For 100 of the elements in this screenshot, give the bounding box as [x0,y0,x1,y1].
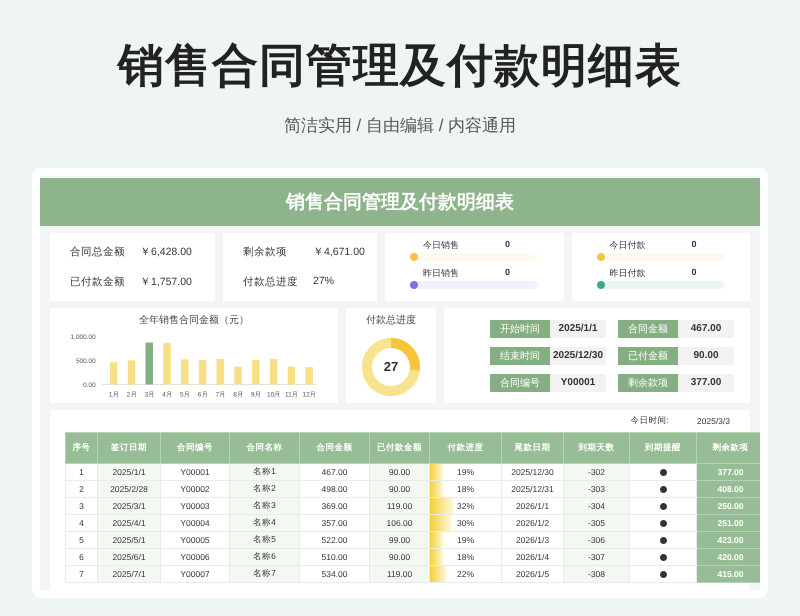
table-cell: 名称5 [230,532,300,548]
table-cell: 2025/6/1 [98,548,160,566]
table-cell: 名称2 [230,480,300,498]
table-cell: 名称3 [230,498,300,514]
field-label: 结束时间 [490,346,550,364]
table-cell: 415.00 [696,566,760,582]
table-cell: 名称6 [230,548,300,566]
column-header: 剩余款项 [696,432,760,464]
column-header: 合同名称 [230,432,300,464]
table-cell: 2026/1/1 [502,498,564,514]
table-cell: 名称4 [230,514,300,532]
chart-bar [128,360,136,384]
sheet-title: 销售合同管理及付款明细表 [40,178,760,226]
table-cell: 2025/5/1 [98,532,160,548]
summary-label: 付款总进度 [243,275,299,289]
table-cell: 名称1 [230,464,300,480]
column-header: 到期天数 [564,432,630,464]
column-header: 尾款日期 [502,432,564,464]
column-header: 序号 [66,432,98,464]
chart-bar [181,359,189,384]
table-cell: -302 [564,464,630,480]
table-cell: 119.00 [370,566,430,582]
table-cell: Y00007 [160,566,230,582]
daily-label: 今日销售 [423,239,460,251]
table-cell: -305 [564,514,630,532]
chart-bar [216,358,224,384]
field-value: 90.00 [678,346,734,364]
chart-bar [270,358,278,384]
daily-label: 昨日付款 [610,267,646,279]
table-cell: 106.00 [370,514,430,532]
table-cell: Y00002 [160,480,230,498]
table-cell: -306 [564,532,630,548]
table-cell: 2026/1/3 [502,532,564,548]
table-cell: 2025/7/1 [98,566,160,582]
chart-bar [234,366,242,384]
column-header: 签订日期 [98,432,160,464]
daily-label: 今日付款 [610,239,646,251]
summary-value: 27% [313,275,334,289]
table-cell: 498.00 [300,480,370,498]
field-value: 2025/12/30 [550,346,606,364]
summary-value: ￥4,671.00 [313,245,365,259]
table-cell: 369.00 [300,498,370,514]
table-cell: Y00001 [160,464,230,480]
column-header: 到期提醒 [630,432,696,464]
table-cell: -303 [564,480,630,498]
chart-title: 全年销售合同金额（元） [139,314,249,327]
table-cell: 90.00 [370,480,430,498]
page-title: 销售合同管理及付款明细表 [118,38,682,92]
chart-bar [252,360,260,384]
table-cell: -307 [564,548,630,566]
table-cell: 2025/12/31 [502,480,564,498]
table-cell: -308 [564,566,630,582]
field-value: 2025/1/1 [550,320,606,338]
table-cell: 2026/1/2 [502,514,564,532]
table-cell: 2026/1/4 [502,548,564,566]
table-cell: 2025/1/1 [98,464,160,480]
summary-label: 剩余款项 [243,245,288,259]
daily-label: 昨日销售 [423,267,460,279]
subtitle: 简洁实用 / 自由编辑 / 内容通用 [284,115,516,137]
column-header: 已付款金额 [370,432,430,464]
table-cell: 408.00 [696,480,760,498]
chart-bar [110,362,118,384]
table-cell: 377.00 [696,464,760,480]
table-cell: 90.00 [370,464,430,480]
summary-label: 合同总金额 [70,245,126,259]
today-value: 2025/3/3 [696,416,730,426]
table-cell: 510.00 [300,548,370,566]
table-cell: 2025/3/1 [98,498,160,514]
daily-value: 0 [505,267,510,279]
chart-bar [305,367,313,384]
column-header: 合同编号 [160,432,230,464]
donut-value: 27 [384,360,398,374]
donut-title: 付款总进度 [366,314,416,327]
table-cell: 423.00 [696,532,760,548]
field-value: Y00001 [550,374,606,392]
table-cell: 名称7 [230,566,300,582]
field-value: 377.00 [678,374,734,392]
chart-bar [288,366,296,384]
table-cell: 534.00 [300,566,370,582]
daily-value: 0 [692,267,697,279]
field-label: 开始时间 [490,320,550,338]
table-cell: Y00004 [160,514,230,532]
table-cell: -304 [564,498,630,514]
table-cell: 99.00 [370,532,430,548]
table-cell: 250.00 [696,498,760,514]
table-cell: Y00003 [160,498,230,514]
table-cell: 2025/12/30 [502,464,564,480]
summary-label: 已付款金额 [70,275,126,289]
daily-value: 0 [692,239,697,251]
table-cell: 119.00 [370,498,430,514]
table-cell: 2025/4/1 [98,514,160,532]
table-cell: 2026/1/5 [502,566,564,582]
today-label: 今日时间: [630,415,669,427]
table-cell: Y00006 [160,548,230,566]
table-cell: 2025/2/28 [98,480,160,498]
table-cell: 357.00 [300,514,370,532]
field-label: 合同金额 [618,320,678,338]
field-label: 已付金额 [618,346,678,364]
donut-chart [359,335,423,399]
field-label: 剩余款项 [618,374,678,392]
